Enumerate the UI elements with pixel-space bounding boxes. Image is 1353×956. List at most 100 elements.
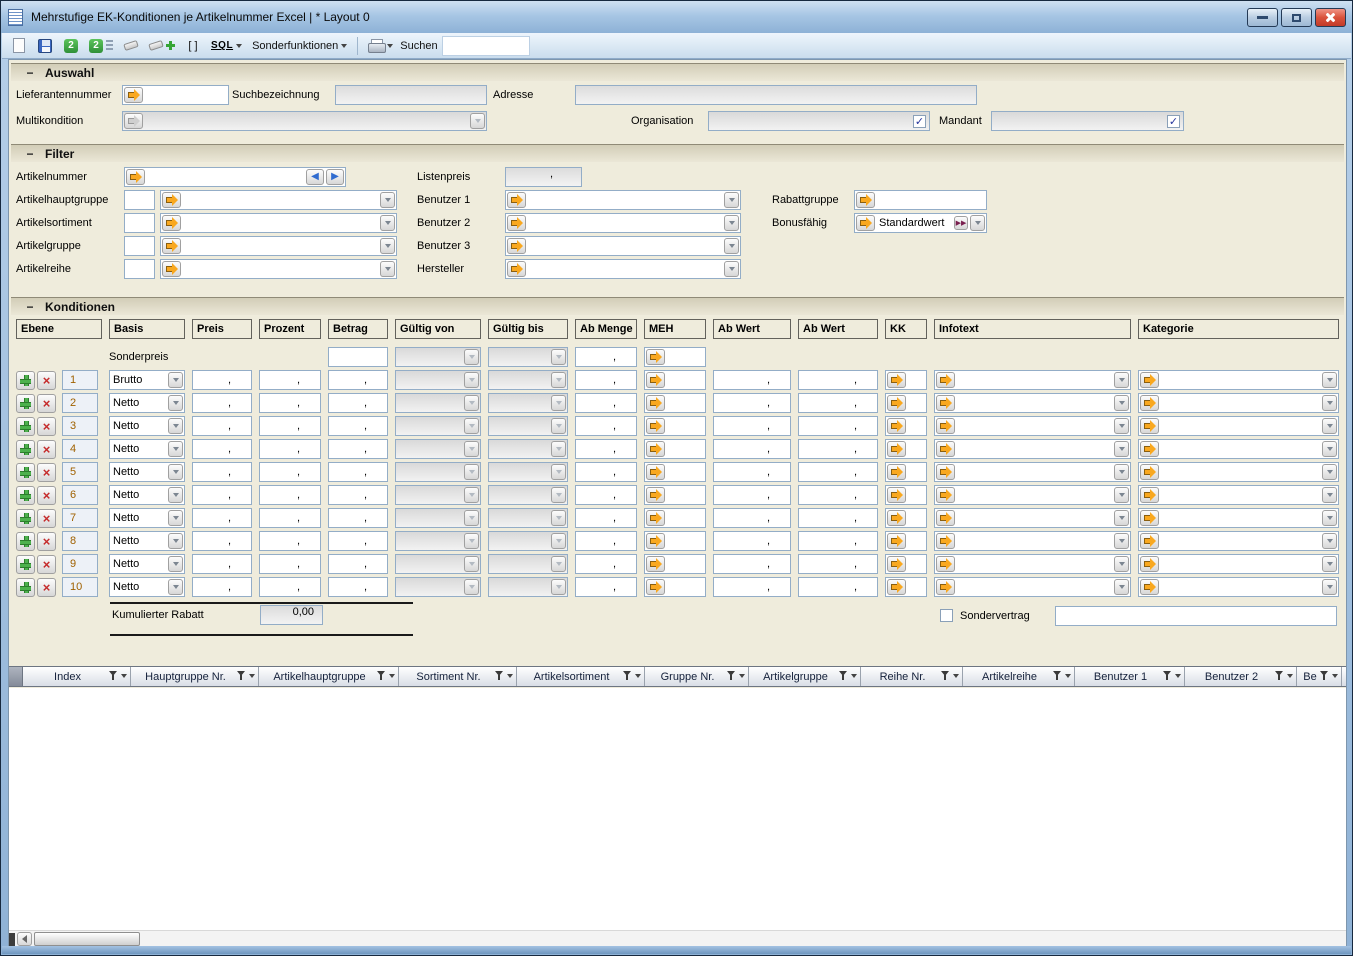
- basis-select[interactable]: Netto: [109, 577, 185, 597]
- prozent-input[interactable]: [259, 370, 321, 390]
- meh-select[interactable]: [644, 508, 706, 528]
- benutzer3-select[interactable]: [505, 236, 741, 256]
- hersteller-select[interactable]: [505, 259, 741, 279]
- infotext-select[interactable]: [934, 416, 1131, 436]
- bonusfaehig-select[interactable]: Standardwert ▶▶: [854, 213, 987, 233]
- lookup-button[interactable]: [646, 464, 665, 480]
- ab-wert1-input[interactable]: [713, 531, 791, 551]
- lookup-button[interactable]: [1140, 510, 1159, 526]
- sondervertrag-input[interactable]: [1055, 606, 1337, 626]
- lookup-button[interactable]: [646, 395, 665, 411]
- lookup-button[interactable]: [1140, 464, 1159, 480]
- dropdown-button[interactable]: [1114, 510, 1129, 526]
- lookup-button[interactable]: [124, 87, 143, 103]
- ab-menge-input[interactable]: [575, 577, 637, 597]
- basis-select[interactable]: Netto: [109, 462, 185, 482]
- ab-menge-input[interactable]: [575, 462, 637, 482]
- dropdown-button[interactable]: [380, 238, 395, 254]
- lookup-button[interactable]: [887, 418, 906, 434]
- filter-icon[interactable]: [1275, 671, 1284, 681]
- filter-icon[interactable]: [1053, 671, 1062, 681]
- dropdown-button[interactable]: [168, 395, 183, 411]
- kk-field[interactable]: [885, 370, 927, 390]
- lookup-button[interactable]: [887, 487, 906, 503]
- chevron-down-icon[interactable]: [1287, 674, 1293, 678]
- artikelnummer-field[interactable]: ◀ ▶: [124, 167, 346, 187]
- kategorie-select[interactable]: [1138, 439, 1339, 459]
- artikelsortiment-nr-input[interactable]: [124, 213, 155, 233]
- dropdown-button[interactable]: [1114, 372, 1129, 388]
- dropdown-button[interactable]: [168, 487, 183, 503]
- lookup-button[interactable]: [887, 533, 906, 549]
- dropdown-button[interactable]: [1322, 418, 1337, 434]
- infotext-select[interactable]: [934, 393, 1131, 413]
- delete-row-button[interactable]: ×: [37, 463, 56, 482]
- filter-icon[interactable]: [377, 671, 386, 681]
- refresh-button[interactable]: 2: [60, 35, 82, 57]
- refresh-list-button[interactable]: 2: [86, 35, 116, 57]
- infotext-select[interactable]: [934, 462, 1131, 482]
- betrag-input[interactable]: [328, 416, 388, 436]
- lookup-button[interactable]: [646, 418, 665, 434]
- kk-field[interactable]: [885, 439, 927, 459]
- preis-input[interactable]: [192, 485, 252, 505]
- filter-icon[interactable]: [623, 671, 632, 681]
- collapse-toggle[interactable]: −: [25, 149, 35, 159]
- dropdown-button[interactable]: [970, 215, 985, 231]
- ab-wert2-input[interactable]: [798, 554, 878, 574]
- lookup-button[interactable]: [507, 238, 526, 254]
- row-selector-header[interactable]: [9, 667, 23, 686]
- mandant-checkbox[interactable]: ✓: [1167, 115, 1180, 128]
- lookup-button[interactable]: [162, 261, 181, 277]
- dropdown-button[interactable]: [1114, 441, 1129, 457]
- ab-wert1-input[interactable]: [713, 508, 791, 528]
- dropdown-button[interactable]: [168, 418, 183, 434]
- clear-button[interactable]: [120, 35, 142, 57]
- ab-wert1-input[interactable]: [713, 577, 791, 597]
- lookup-button[interactable]: [936, 533, 955, 549]
- add-row-button[interactable]: [16, 463, 35, 482]
- next-button[interactable]: ▶: [326, 169, 344, 185]
- ab-wert2-input[interactable]: [798, 485, 878, 505]
- dropdown-button[interactable]: [1322, 395, 1337, 411]
- preis-input[interactable]: [192, 508, 252, 528]
- filter-icon[interactable]: [109, 671, 118, 681]
- lookup-button[interactable]: [936, 395, 955, 411]
- filter-icon[interactable]: [237, 671, 246, 681]
- lookup-button[interactable]: [887, 441, 906, 457]
- lookup-button[interactable]: [1140, 441, 1159, 457]
- filter-icon[interactable]: [941, 671, 950, 681]
- result-grid-body[interactable]: [9, 688, 1346, 930]
- lookup-button[interactable]: [162, 215, 181, 231]
- delete-row-button[interactable]: ×: [37, 532, 56, 551]
- meh-select[interactable]: [644, 416, 706, 436]
- meh-select[interactable]: [644, 439, 706, 459]
- dropdown-button[interactable]: [380, 192, 395, 208]
- add-row-button[interactable]: [16, 555, 35, 574]
- dropdown-button[interactable]: [1322, 510, 1337, 526]
- grid-column-header[interactable]: Gruppe Nr.: [645, 667, 749, 686]
- lookup-button[interactable]: [936, 372, 955, 388]
- delete-row-button[interactable]: ×: [37, 486, 56, 505]
- lookup-button[interactable]: [856, 192, 875, 208]
- lookup-button[interactable]: [507, 261, 526, 277]
- horizontal-scrollbar[interactable]: [9, 930, 1346, 947]
- lookup-button[interactable]: [1140, 579, 1159, 595]
- lookup-button[interactable]: [646, 579, 665, 595]
- filter-icon[interactable]: [839, 671, 848, 681]
- kategorie-select[interactable]: [1138, 531, 1339, 551]
- kategorie-select[interactable]: [1138, 370, 1339, 390]
- dropdown-button[interactable]: [1114, 487, 1129, 503]
- clear-add-button[interactable]: [146, 35, 178, 57]
- grid-column-header[interactable]: Sortiment Nr.: [399, 667, 517, 686]
- lookup-button[interactable]: [936, 418, 955, 434]
- benutzer2-select[interactable]: [505, 213, 741, 233]
- artikelhauptgruppe-nr-input[interactable]: [124, 190, 155, 210]
- dropdown-button[interactable]: [1322, 464, 1337, 480]
- dropdown-button[interactable]: [168, 464, 183, 480]
- lookup-button[interactable]: [646, 510, 665, 526]
- artikelreihe-nr-input[interactable]: [124, 259, 155, 279]
- kk-field[interactable]: [885, 531, 927, 551]
- grid-column-header[interactable]: Artikelhauptgruppe: [259, 667, 399, 686]
- betrag-input[interactable]: [328, 508, 388, 528]
